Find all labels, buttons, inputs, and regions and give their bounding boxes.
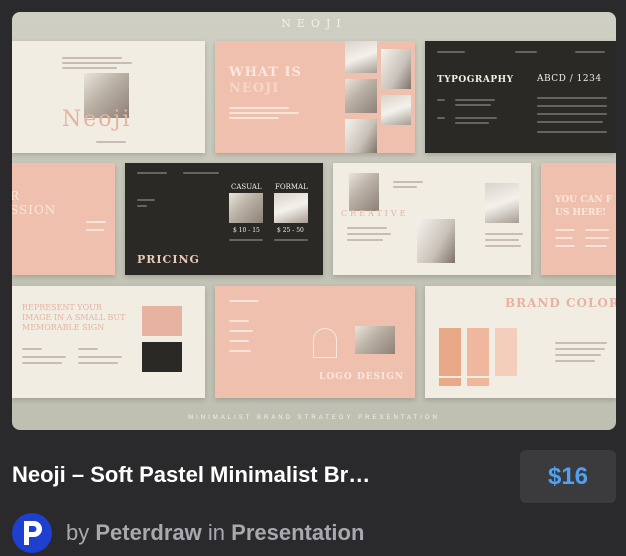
swatch-2 <box>467 328 489 376</box>
what-is-heading: WHAT IS <box>229 65 302 80</box>
slide-cover: Neoji <box>12 41 205 153</box>
slide-brand-color: BRAND COLOR <box>425 286 616 398</box>
swatch-3 <box>495 328 517 376</box>
price-badge[interactable]: $16 <box>520 450 616 503</box>
session-heading: SSION <box>12 203 57 217</box>
creative-heading: CREATIVE <box>341 209 409 218</box>
price-casual: $ 10 - 15 <box>233 227 260 234</box>
price-formal: $ 25 - 50 <box>277 227 304 234</box>
session-heading-r: R <box>12 189 20 203</box>
logo-design-heading: LOGO DESIGN <box>319 372 405 382</box>
byline-in: in <box>207 520 226 545</box>
preview-brand: NEOJI <box>281 17 347 30</box>
slide-represent: REPRESENT YOUR IMAGE IN A SMALL BUT MEMO… <box>12 286 205 398</box>
represent-line-2: IMAGE IN A SMALL BUT <box>22 313 126 322</box>
typography-sample: ABCD / 1234 <box>537 74 602 84</box>
find-us-heading: YOU CAN F <box>555 195 613 205</box>
what-is-subheading: NEOJI <box>229 81 280 96</box>
product-title[interactable]: Neoji – Soft Pastel Minimalist Br… <box>12 462 482 488</box>
represent-line-3: MEMORABLE SIGN <box>22 323 105 332</box>
slide-creative: CREATIVE <box>333 163 531 275</box>
pricing-heading: PRICING <box>137 253 200 266</box>
slide-typography: TYPOGRAPHY ABCD / 1234 <box>425 41 616 153</box>
swatch-5 <box>467 378 489 386</box>
formal-label: FORMAL <box>275 183 308 191</box>
swatch-4 <box>439 378 461 386</box>
byline-by: by <box>66 520 90 545</box>
slide-logo-design: LOGO DESIGN <box>215 286 415 398</box>
represent-line-1: REPRESENT YOUR <box>22 303 102 312</box>
slide-session: R SSION <box>12 163 115 275</box>
author-avatar[interactable] <box>12 513 52 553</box>
slide-what-is: WHAT IS NEOJI <box>215 41 415 153</box>
slide-find-us: YOU CAN F US HERE! <box>541 163 616 275</box>
author-link[interactable]: Peterdraw <box>95 520 201 545</box>
category-link[interactable]: Presentation <box>231 520 364 545</box>
cover-logo-text: Neoji <box>62 107 132 132</box>
casual-label: CASUAL <box>231 183 262 191</box>
product-preview-image[interactable]: NEOJI Neoji WHAT IS NEOJI TYPOGRAPHY ABC… <box>12 12 616 430</box>
swatch-1 <box>439 328 461 376</box>
byline: by Peterdraw in Presentation <box>66 520 364 546</box>
preview-caption: MINIMALIST BRAND STRATEGY PRESENTATION <box>188 415 440 421</box>
find-us-subheading: US HERE! <box>555 208 607 218</box>
brand-color-heading: BRAND COLOR <box>505 296 616 310</box>
typography-heading: TYPOGRAPHY <box>437 75 514 85</box>
peterdraw-p-logo-icon <box>24 521 42 545</box>
slide-pricing: CASUAL FORMAL $ 10 - 15 $ 25 - 50 PRICIN… <box>125 163 323 275</box>
